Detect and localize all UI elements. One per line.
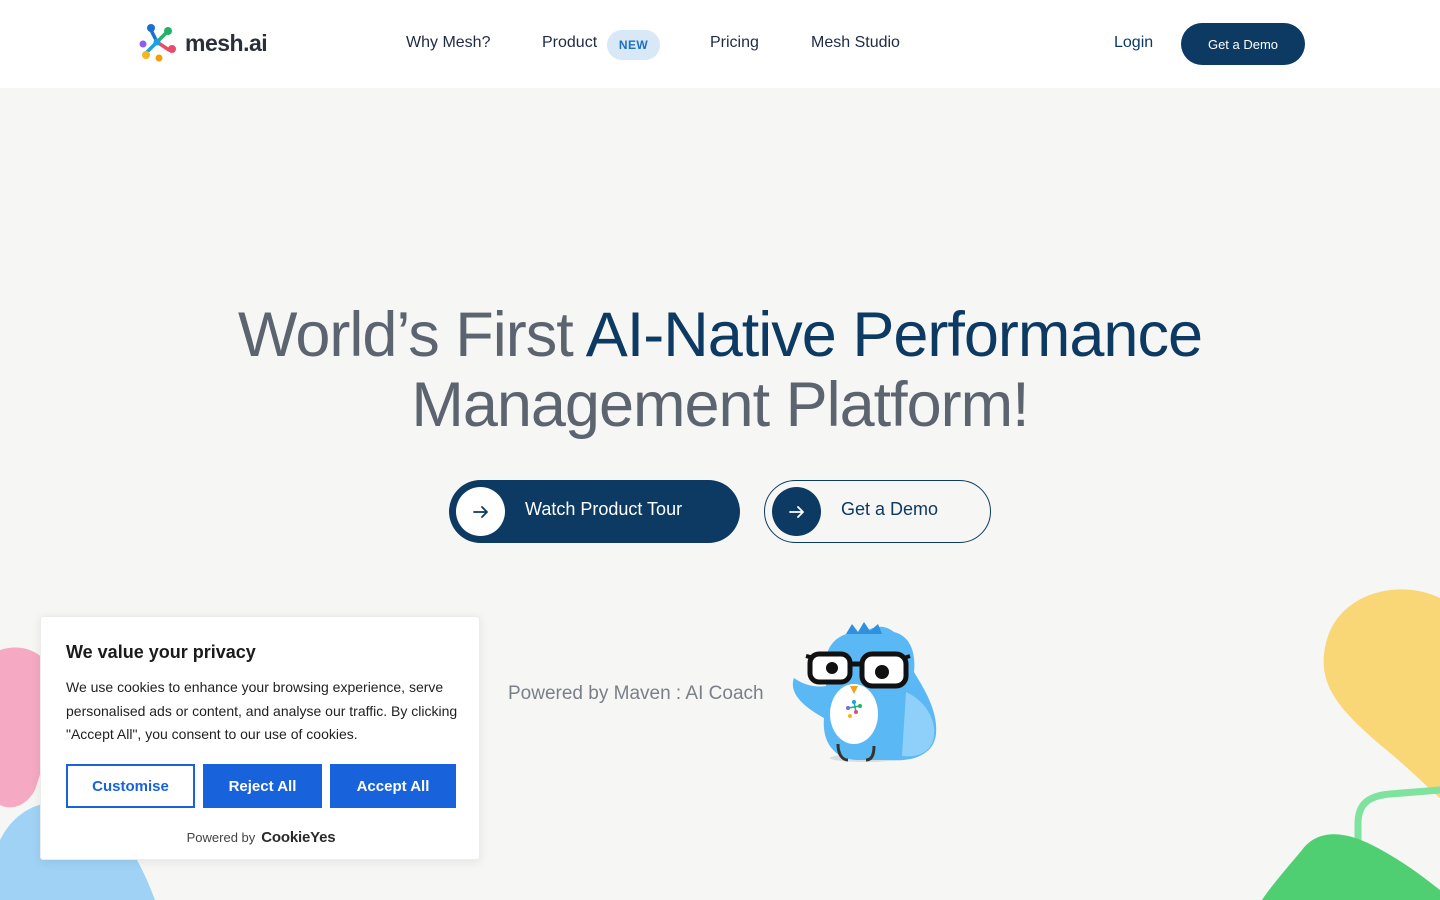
hero-title-part1: World’s First xyxy=(238,300,586,370)
nav-product[interactable]: Product xyxy=(542,34,597,52)
login-link[interactable]: Login xyxy=(1114,34,1153,52)
decor-green-shape xyxy=(1262,834,1440,900)
maven-owl-icon xyxy=(792,622,937,762)
nav-why-mesh[interactable]: Why Mesh? xyxy=(406,34,490,52)
arrow-right-icon xyxy=(472,505,488,518)
arrow-right-icon xyxy=(788,505,804,518)
cookie-accept-all-button[interactable]: Accept All xyxy=(330,764,456,808)
cookie-consent-banner: We value your privacy We use cookies to … xyxy=(40,616,480,860)
header-get-demo-button[interactable]: Get a Demo xyxy=(1181,23,1305,65)
watch-product-tour-button[interactable]: Watch Product Tour xyxy=(449,480,740,543)
cookie-title: We value your privacy xyxy=(66,642,256,662)
tour-arrow-circle xyxy=(456,487,505,536)
hero-title: World’s First AI-Native Performance Mana… xyxy=(0,300,1440,440)
decor-yellow-shape xyxy=(1323,589,1440,798)
cookie-powered-by: Powered by CookieYes xyxy=(41,829,481,846)
nav-pricing[interactable]: Pricing xyxy=(710,34,759,52)
site-header: mesh.ai Why Mesh? Product NEW Pricing Me… xyxy=(0,0,1440,88)
demo-arrow-circle xyxy=(772,487,821,536)
new-badge: NEW xyxy=(607,30,660,60)
cookie-reject-all-button[interactable]: Reject All xyxy=(203,764,322,808)
watch-product-tour-label: Watch Product Tour xyxy=(525,499,683,519)
hero-get-demo-label: Get a Demo xyxy=(841,499,939,519)
cookie-customise-button[interactable]: Customise xyxy=(66,764,195,808)
hero-get-demo-button[interactable]: Get a Demo xyxy=(764,480,991,543)
cookie-powered-prefix: Powered by xyxy=(186,830,256,845)
hero-title-part2: Management Platform! xyxy=(411,370,1029,440)
cookieyes-logo[interactable]: CookieYes xyxy=(261,829,335,846)
powered-by-maven: Powered by Maven : AI Coach xyxy=(508,683,764,704)
hero-title-accent: AI-Native Performance xyxy=(585,300,1203,370)
nav-mesh-studio[interactable]: Mesh Studio xyxy=(811,34,900,52)
cookie-body: We use cookies to enhance your browsing … xyxy=(66,679,458,742)
